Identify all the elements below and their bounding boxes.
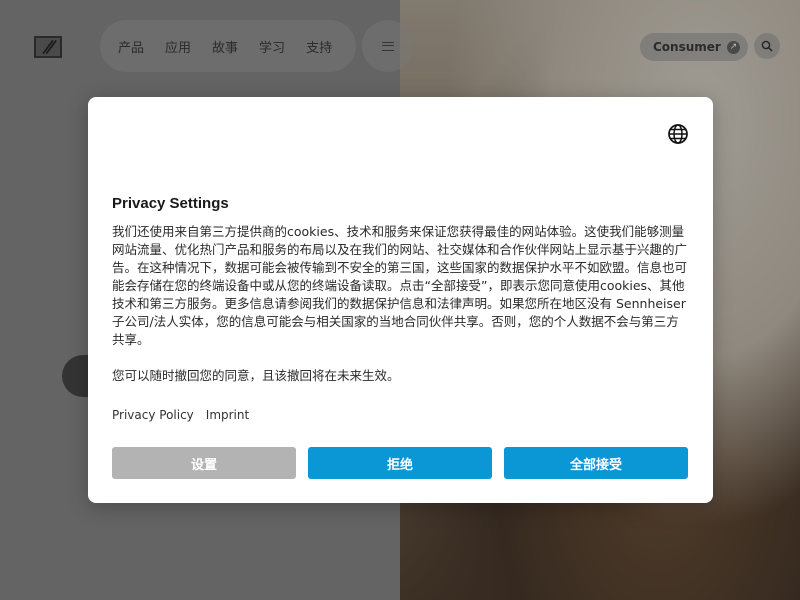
imprint-link[interactable]: Imprint	[206, 408, 249, 422]
sennheiser-logo[interactable]	[34, 36, 62, 58]
main-nav: 产品 应用 故事 学习 支持	[100, 20, 356, 72]
nav-item-stories[interactable]: 故事	[212, 37, 238, 56]
nav-item-applications[interactable]: 应用	[165, 37, 191, 56]
nav-item-support[interactable]: 支持	[306, 37, 332, 56]
nav-item-learn[interactable]: 学习	[259, 37, 285, 56]
arrow-up-right-icon: ↗	[726, 40, 740, 54]
reject-button[interactable]: 拒绝	[308, 447, 492, 479]
menu-button[interactable]	[362, 20, 414, 72]
privacy-settings-dialog: Privacy Settings 我们还使用来自第三方提供商的cookies、技…	[88, 97, 713, 503]
accept-all-button[interactable]: 全部接受	[504, 447, 688, 479]
privacy-policy-link[interactable]: Privacy Policy	[112, 408, 194, 422]
nav-item-products[interactable]: 产品	[118, 37, 144, 56]
consumer-switch-button[interactable]: Consumer ↗	[640, 33, 748, 61]
globe-icon[interactable]	[667, 123, 689, 145]
dialog-title: Privacy Settings	[112, 195, 229, 212]
consumer-label: Consumer	[653, 40, 721, 54]
menu-icon	[382, 41, 394, 51]
policy-links: Privacy Policy Imprint	[112, 408, 249, 422]
search-button[interactable]	[754, 33, 780, 59]
settings-button[interactable]: 设置	[112, 447, 296, 479]
consent-paragraph: 我们还使用来自第三方提供商的cookies、技术和服务来保证您获得最佳的网站体验…	[112, 224, 688, 347]
withdraw-paragraph: 您可以随时撤回您的同意，且该撤回将在未来生效。	[112, 368, 400, 383]
search-icon	[761, 40, 773, 52]
dialog-body: 我们还使用来自第三方提供商的cookies、技术和服务来保证您获得最佳的网站体验…	[112, 223, 690, 385]
